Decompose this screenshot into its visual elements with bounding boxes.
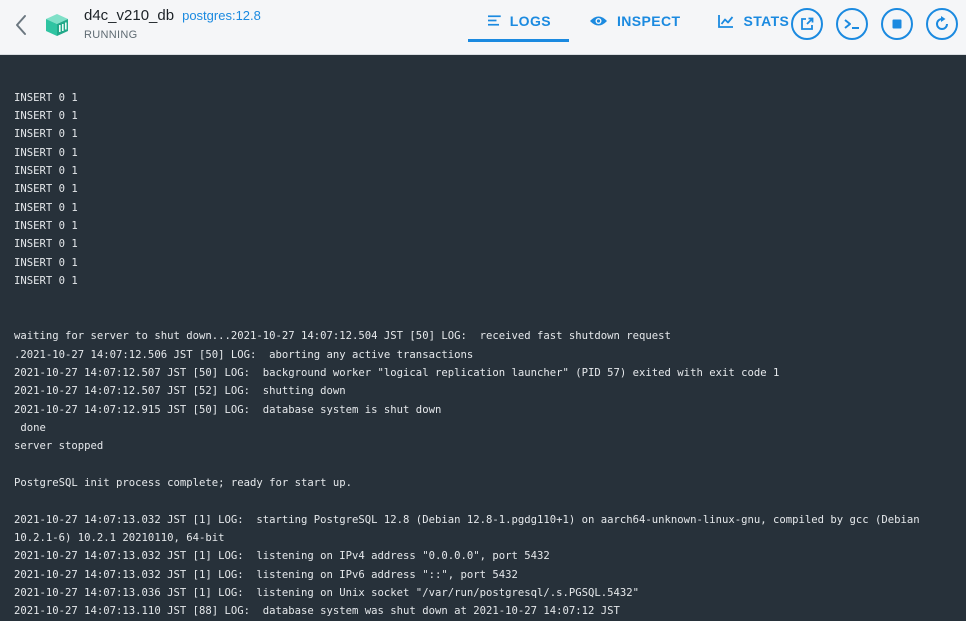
log-output[interactable]: INSERT 0 1 INSERT 0 1 INSERT 0 1 INSERT 0 1…: [0, 55, 966, 621]
log-line: 2021-10-27 14:07:13.032 JST [1] LOG: sta…: [14, 513, 927, 544]
log-line: INSERT 0 1: [14, 256, 78, 269]
tab-bar: LOGS INSPECT STATS: [468, 0, 807, 55]
back-button[interactable]: [10, 13, 32, 37]
chart-icon: [718, 14, 734, 28]
log-line: INSERT 0 1: [14, 146, 78, 159]
log-line: done: [14, 421, 46, 434]
log-line: INSERT 0 1: [14, 91, 78, 104]
eye-icon: [590, 16, 607, 25]
log-line: waiting for server to shut down...2021-1…: [14, 330, 671, 343]
container-title: d4c_v210_db postgres:12.8 RUNNING: [84, 7, 261, 41]
log-line: INSERT 0 1: [14, 220, 78, 233]
log-line: 2021-10-27 14:07:12.915 JST [50] LOG: da…: [14, 403, 442, 416]
tab-stats-label: STATS: [743, 12, 790, 29]
tab-logs[interactable]: LOGS: [468, 0, 569, 55]
log-line: 2021-10-27 14:07:13.032 JST [1] LOG: lis…: [14, 568, 518, 581]
container-header: d4c_v210_db postgres:12.8 RUNNING LOGS I…: [0, 0, 966, 55]
container-actions: [791, 8, 958, 40]
log-line: INSERT 0 1: [14, 128, 78, 141]
open-browser-icon: [801, 17, 814, 30]
log-line: 2021-10-27 14:07:13.110 JST [88] LOG: da…: [14, 605, 620, 618]
log-line: .2021-10-27 14:07:12.506 JST [50] LOG: a…: [14, 348, 474, 361]
log-line: 2021-10-27 14:07:12.507 JST [52] LOG: sh…: [14, 385, 346, 398]
container-image-link[interactable]: postgres:12.8: [182, 8, 261, 23]
tab-logs-label: LOGS: [509, 12, 551, 29]
log-lines: INSERT 0 1 INSERT 0 1 INSERT 0 1 INSERT 0 1…: [14, 89, 944, 621]
cli-button[interactable]: [836, 8, 868, 40]
open-in-browser-button[interactable]: [791, 8, 823, 40]
log-line: INSERT 0 1: [14, 201, 78, 214]
log-line: INSERT 0 1: [14, 183, 78, 196]
log-line: INSERT 0 1: [14, 275, 78, 288]
container-status: RUNNING: [84, 29, 138, 41]
log-line: PostgreSQL init process complete; ready …: [14, 476, 353, 489]
tab-inspect[interactable]: INSPECT: [569, 0, 698, 55]
log-line: server stopped: [14, 440, 104, 453]
log-line: 2021-10-27 14:07:13.032 JST [1] LOG: lis…: [14, 550, 550, 563]
tab-inspect-label: INSPECT: [617, 12, 681, 29]
container-cube-icon: [46, 14, 68, 36]
log-line: INSERT 0 1: [14, 165, 78, 178]
restart-icon: [936, 16, 948, 30]
log-line: 2021-10-27 14:07:13.036 JST [1] LOG: lis…: [14, 586, 640, 599]
log-line: INSERT 0 1: [14, 238, 78, 251]
log-line: INSERT 0 1: [14, 110, 78, 123]
log-line: 2021-10-27 14:07:12.507 JST [50] LOG: ba…: [14, 366, 780, 379]
list-icon: [488, 15, 501, 26]
terminal-icon: [844, 19, 859, 29]
container-name: d4c_v210_db: [84, 7, 175, 24]
stop-button[interactable]: [881, 8, 913, 40]
restart-button[interactable]: [926, 8, 958, 40]
chevron-left-icon: [16, 15, 26, 35]
stop-icon: [892, 19, 902, 29]
